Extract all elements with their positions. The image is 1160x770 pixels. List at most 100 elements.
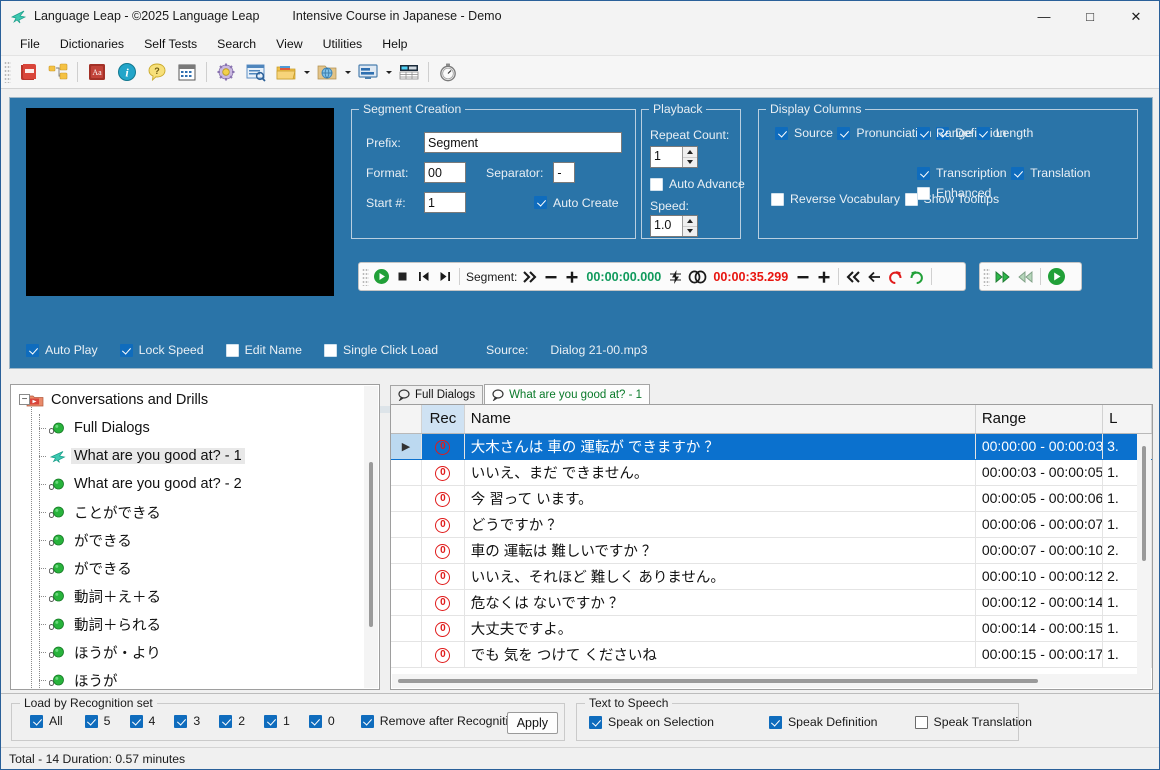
tab-what-are-you-good-at-1[interactable]: What are you good at? - 1 <box>484 384 651 404</box>
toolbar-grip[interactable] <box>4 61 11 83</box>
gear-icon[interactable] <box>212 59 240 86</box>
spin-up-icon[interactable] <box>683 216 697 227</box>
tree-expander[interactable]: − <box>19 394 30 405</box>
menu-view[interactable]: View <box>266 34 312 54</box>
checkbox-source[interactable]: Source <box>775 126 833 140</box>
question-balloon-icon[interactable]: ? <box>143 59 171 86</box>
undo-red-icon[interactable] <box>885 266 906 288</box>
name-cell[interactable]: 今 習って います。 <box>464 485 976 512</box>
loop-link-icon[interactable] <box>686 266 709 288</box>
tree-item-2[interactable]: What are you good at? - 2 <box>12 470 364 498</box>
checkbox-speak-on-selection[interactable]: Speak on Selection <box>589 715 714 729</box>
recognition-cell[interactable]: 0 <box>421 511 465 538</box>
row-selector-cell[interactable] <box>391 641 423 668</box>
video-display[interactable] <box>26 108 334 296</box>
checkbox-auto-advance[interactable]: Auto Advance <box>650 177 745 191</box>
name-cell[interactable]: でも 気を つけて くださいね <box>464 641 976 668</box>
tree-scroll-thumb[interactable] <box>369 462 373 627</box>
aa-dictionary-icon[interactable]: Aa <box>83 59 111 86</box>
range-cell[interactable]: 00:00:14 - 00:00:15 <box>975 615 1104 642</box>
range-cell[interactable]: 00:00:05 - 00:00:06 <box>975 485 1104 512</box>
stopwatch-icon[interactable] <box>434 59 462 86</box>
recognition-cell[interactable]: 0 <box>421 589 465 616</box>
arrow-left-icon[interactable] <box>864 266 885 288</box>
stop-icon[interactable] <box>392 266 413 288</box>
checkbox-translation[interactable]: Translation <box>1011 166 1090 180</box>
column-header-name[interactable]: Name <box>464 405 976 434</box>
end-minus-icon[interactable] <box>792 266 813 288</box>
format-input[interactable] <box>424 162 466 183</box>
table-row[interactable]: 0 いいえ、まだ できません。 00:00:03 - 00:00:05 1. <box>391 459 1152 486</box>
info-icon[interactable]: i <box>113 59 141 86</box>
name-cell[interactable]: 車の 運転は 難しいですか ？ <box>464 537 976 564</box>
double-chevron-right-icon[interactable] <box>519 266 540 288</box>
row-selector-cell[interactable] <box>391 459 423 486</box>
recognition-cell[interactable]: 0 <box>421 615 465 642</box>
skip-forward-icon[interactable] <box>434 266 455 288</box>
row-selector-cell[interactable] <box>391 511 423 538</box>
start-number-input[interactable] <box>424 192 466 213</box>
recognition-cell[interactable]: 0 <box>421 641 465 668</box>
checkbox-length[interactable]: Length <box>976 126 1033 140</box>
recognition-cell[interactable]: 0 <box>421 433 465 460</box>
row-selector-cell[interactable] <box>391 485 423 512</box>
table-row[interactable]: 0今 習って います。 00:00:05 - 00:00:06 1. <box>391 485 1152 512</box>
checkbox-speak-translation[interactable]: Speak Translation <box>914 715 1032 729</box>
menu-utilities[interactable]: Utilities <box>313 34 373 54</box>
segment-minus-icon[interactable] <box>540 266 561 288</box>
table-row[interactable]: 0 いいえ、それほど 難しく ありません。 00:00:10 - 00:00:12 2… <box>391 563 1152 590</box>
range-cell[interactable]: 00:00:06 - 00:00:07 <box>975 511 1104 538</box>
table-row[interactable]: ▶ 0 大木さんは 車の 運転が できますか ？ 00:00:00 - 00:00:0… <box>391 433 1152 460</box>
checkbox-transcription[interactable]: Transcription <box>917 166 1007 180</box>
double-arrow-right-green-icon[interactable] <box>992 266 1014 288</box>
calendar-icon[interactable] <box>173 59 201 86</box>
row-selector-cell[interactable] <box>391 537 423 564</box>
range-cell[interactable]: 00:00:03 - 00:00:05 <box>975 459 1104 486</box>
spin-down-icon[interactable] <box>683 227 697 237</box>
checkbox-reverse-vocabulary[interactable]: Reverse Vocabulary <box>771 192 900 206</box>
spin-down-icon[interactable] <box>683 158 697 168</box>
name-cell[interactable]: いいえ、まだ できません。 <box>464 459 976 486</box>
play-circle-green-icon[interactable] <box>1045 266 1068 288</box>
tree-item-0[interactable]: Full Dialogs <box>12 414 364 442</box>
checkbox-recognition-1[interactable]: 1 <box>264 714 290 728</box>
name-cell[interactable]: どうですか ？ <box>464 511 976 538</box>
range-cell[interactable]: 00:00:12 - 00:00:14 <box>975 589 1104 616</box>
table-row[interactable]: 0 でも 気を つけて くださいね 00:00:15 - 00:00:17 1. <box>391 641 1152 668</box>
tab-full-dialogs[interactable]: Full Dialogs <box>390 385 484 404</box>
column-header-range[interactable]: Range <box>975 405 1104 434</box>
table-row[interactable]: 0 大丈夫ですよ。 00:00:14 - 00:00:15 1. <box>391 615 1152 642</box>
row-selector-cell[interactable] <box>391 563 423 590</box>
checkbox-recognition-3[interactable]: 3 <box>174 714 200 728</box>
prefix-input[interactable] <box>424 132 622 153</box>
table-row[interactable]: 0 危なくは ないですか ？ 00:00:12 - 00:00:14 1. <box>391 589 1152 616</box>
grid-horizontal-scrollbar[interactable] <box>392 674 1151 688</box>
media-list-icon[interactable] <box>395 59 423 86</box>
tree-item-4[interactable]: ができる <box>12 526 364 554</box>
tree-root-node[interactable]: − Conversations and Drills <box>12 386 364 414</box>
row-selector-cell[interactable] <box>391 615 423 642</box>
segment-plus-icon[interactable] <box>561 266 582 288</box>
recognition-cell[interactable]: 0 <box>421 485 465 512</box>
column-header-selector[interactable] <box>391 405 423 434</box>
repeat-count-spin-buttons[interactable] <box>682 147 697 167</box>
tree-item-1[interactable]: What are you good at? - 1 <box>12 442 364 470</box>
checkbox-lock-speed[interactable]: Lock Speed <box>119 343 204 357</box>
name-cell[interactable]: 大丈夫ですよ。 <box>464 615 976 642</box>
end-plus-icon[interactable] <box>813 266 834 288</box>
checkbox-recognition-5[interactable]: 5 <box>84 714 111 728</box>
menu-dictionaries[interactable]: Dictionaries <box>50 34 134 54</box>
range-cell[interactable]: 00:00:15 - 00:00:17 <box>975 641 1104 668</box>
menu-help[interactable]: Help <box>372 34 417 54</box>
speed-stepper[interactable]: 1.0 <box>650 215 698 237</box>
tree-item-7[interactable]: 動詞＋られる <box>12 610 364 638</box>
column-header-length[interactable]: L <box>1102 405 1152 434</box>
list-search-icon[interactable] <box>242 59 270 86</box>
tree-item-8[interactable]: ほうが・より <box>12 638 364 666</box>
column-header-rec[interactable]: Rec <box>421 405 465 434</box>
checkbox-recognition-4[interactable]: 4 <box>129 714 155 728</box>
segments-grid[interactable]: Rec Name Range L ▶ 0 大木さんは 車の 運転が できますか ？ 0… <box>390 404 1153 690</box>
range-cell[interactable]: 00:00:10 - 00:00:12 <box>975 563 1104 590</box>
monitor-dropdown-chevron-down-icon[interactable] <box>383 59 394 86</box>
menu-file[interactable]: File <box>10 34 50 54</box>
